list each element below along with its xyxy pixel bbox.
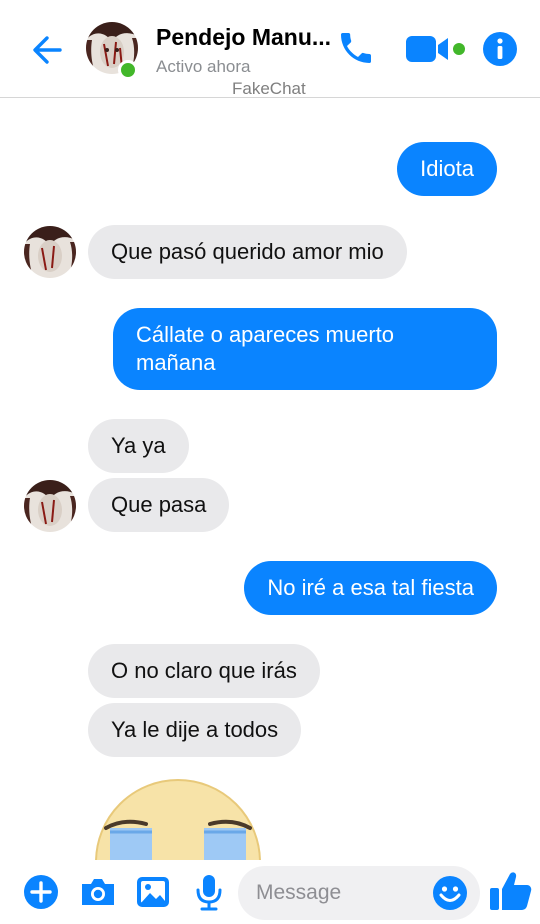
contact-avatar-small[interactable] (24, 226, 76, 278)
back-arrow-icon[interactable] (28, 30, 68, 70)
message-sent[interactable]: No iré a esa tal fiesta (244, 561, 497, 615)
message-text: Idiota (420, 156, 474, 181)
message-received[interactable]: Que pasa (88, 478, 230, 532)
chat-header: Pendejo Manu... Activo ahora FakeChat (0, 0, 540, 98)
plus-icon[interactable] (21, 872, 61, 912)
message-text-line: Cállate o apareces muerto (136, 322, 395, 347)
image-icon[interactable] (133, 872, 173, 912)
info-icon[interactable] (482, 31, 518, 67)
message-text-line: mañana (136, 350, 216, 375)
video-camera-icon[interactable] (404, 32, 468, 66)
message-received[interactable]: O no claro que irás (88, 644, 320, 698)
crying-face-sticker[interactable] (94, 778, 262, 860)
message-sent[interactable]: Idiota (397, 142, 497, 196)
contact-avatar-small[interactable] (24, 480, 76, 532)
message-received[interactable]: Ya ya (88, 419, 189, 473)
message-text: O no claro que irás (111, 658, 297, 683)
microphone-icon[interactable] (189, 872, 229, 912)
message-received[interactable]: Que pasó querido amor mio (88, 225, 407, 279)
thumbs-up-icon[interactable] (488, 868, 534, 914)
camera-icon[interactable] (78, 872, 118, 912)
contact-status: Activo ahora (156, 57, 251, 76)
message-text: Que pasó querido amor mio (111, 239, 384, 264)
message-text: No iré a esa tal fiesta (267, 575, 474, 600)
phone-icon[interactable] (336, 28, 376, 68)
message-received[interactable]: Ya le dije a todos (88, 703, 302, 757)
contact-name[interactable]: Pendejo Manu... (156, 24, 334, 51)
composer-bar (0, 862, 540, 924)
message-text: Ya ya (111, 433, 166, 458)
watermark: FakeChat (232, 79, 306, 98)
message-text: Ya le dije a todos (111, 717, 279, 742)
message-sent[interactable]: Cállate o apareces muerto mañana (113, 308, 497, 390)
online-status-dot (118, 60, 138, 80)
emoji-icon[interactable] (432, 875, 468, 911)
message-text: Que pasa (111, 492, 207, 517)
